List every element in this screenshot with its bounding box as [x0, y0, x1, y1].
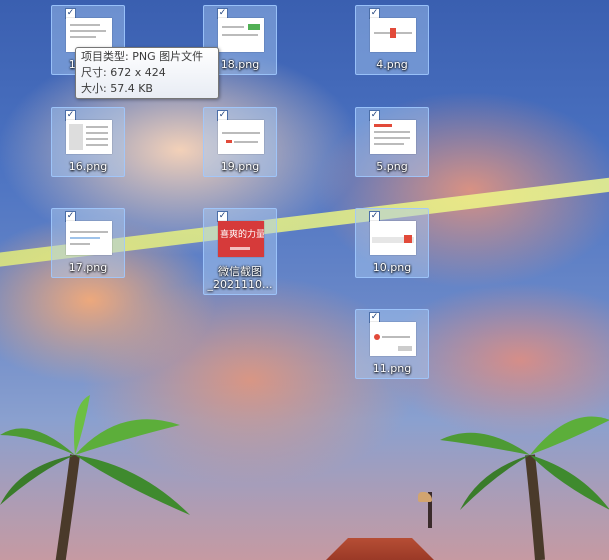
file-label: 11.png: [372, 362, 412, 375]
file-icon-5[interactable]: ✓ 5.png: [355, 107, 429, 177]
palm-tree-right: [440, 416, 609, 560]
file-label: 16.png: [68, 160, 108, 173]
file-icon-16[interactable]: ✓ 16.png: [51, 107, 125, 177]
file-thumbnail: [370, 322, 416, 356]
tooltip-dimensions: 尺寸: 672 x 424: [81, 66, 166, 79]
file-icon-wechat-screenshot[interactable]: ✓ 喜爽的力量 微信截图 _2021110...: [203, 208, 277, 295]
file-thumbnail: 喜爽的力量: [218, 221, 264, 257]
file-thumbnail: [218, 120, 264, 154]
tooltip-file-size: 大小: 57.4 KB: [81, 82, 153, 95]
file-thumbnail: [370, 120, 416, 154]
file-icon-10[interactable]: ✓ 10.png: [355, 208, 429, 278]
file-label: 17.png: [68, 261, 108, 274]
file-label: 5.png: [376, 160, 408, 173]
file-icon-19[interactable]: ✓ 19.png: [203, 107, 277, 177]
file-icon-4[interactable]: ✓ 4.png: [355, 5, 429, 75]
file-label: 4.png: [376, 58, 408, 71]
file-thumbnail: [66, 120, 112, 154]
file-thumbnail: [218, 18, 264, 52]
weathervane: [418, 492, 432, 528]
file-thumbnail: [370, 221, 416, 255]
file-info-tooltip: 项目类型: PNG 图片文件 尺寸: 672 x 424 大小: 57.4 KB: [75, 47, 219, 99]
thumbnail-text: 喜爽的力量: [220, 230, 264, 240]
file-label: 微信截图 _2021110...: [207, 265, 273, 291]
file-thumbnail: [370, 18, 416, 52]
tooltip-item-type: 项目类型: PNG 图片文件: [81, 50, 204, 63]
palm-tree-left: [0, 395, 190, 560]
file-thumbnail: [66, 221, 112, 255]
file-label: 10.png: [372, 261, 412, 274]
file-label: 19.png: [220, 160, 260, 173]
file-icon-17[interactable]: ✓ 17.png: [51, 208, 125, 278]
file-icon-11[interactable]: ✓ 11.png: [355, 309, 429, 379]
